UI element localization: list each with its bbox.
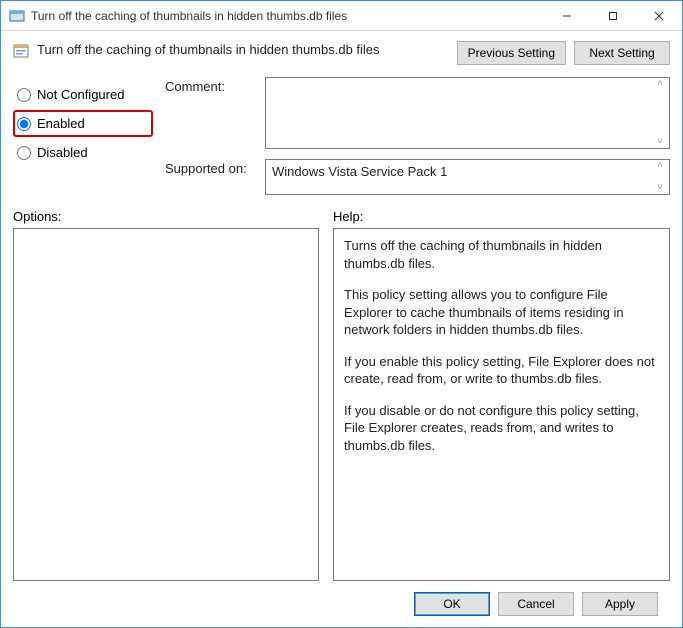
close-button[interactable] <box>636 1 682 30</box>
help-paragraph-2: This policy setting allows you to config… <box>344 286 659 339</box>
footer: OK Cancel Apply <box>13 581 670 627</box>
comment-field[interactable]: ˄˅ <box>265 77 670 149</box>
pane-labels: Options: Help: <box>13 209 670 224</box>
radio-not-configured-input[interactable] <box>17 88 31 102</box>
radio-enabled-input[interactable] <box>17 117 31 131</box>
radio-not-configured-label: Not Configured <box>37 87 124 102</box>
state-radios: Not Configured Enabled Disabled <box>13 77 153 195</box>
supported-label: Supported on: <box>165 159 257 195</box>
options-body <box>14 229 318 245</box>
dialog-window: Turn off the caching of thumbnails in hi… <box>0 0 683 628</box>
help-pane: Turns off the caching of thumbnails in h… <box>333 228 670 581</box>
titlebar: Turn off the caching of thumbnails in hi… <box>1 1 682 31</box>
next-setting-button[interactable]: Next Setting <box>574 41 670 65</box>
comment-row: Comment: ˄˅ <box>165 77 670 149</box>
upper-section: Not Configured Enabled Disabled Comment:… <box>13 77 670 195</box>
radio-enabled-label: Enabled <box>37 116 85 131</box>
radio-disabled-label: Disabled <box>37 145 88 160</box>
supported-row: Supported on: Windows Vista Service Pack… <box>165 159 670 195</box>
app-icon <box>9 8 25 24</box>
window-title: Turn off the caching of thumbnails in hi… <box>31 9 544 23</box>
comment-label: Comment: <box>165 77 257 149</box>
header-row: Turn off the caching of thumbnails in hi… <box>13 41 670 65</box>
policy-title: Turn off the caching of thumbnails in hi… <box>37 41 449 57</box>
radio-not-configured[interactable]: Not Configured <box>13 81 153 108</box>
help-paragraph-1: Turns off the caching of thumbnails in h… <box>344 237 659 272</box>
supported-field: Windows Vista Service Pack 1 ˄˅ <box>265 159 670 195</box>
meta-column: Comment: ˄˅ Supported on: Windows Vista … <box>165 77 670 195</box>
help-label: Help: <box>333 209 363 224</box>
comment-value <box>266 78 669 86</box>
minimize-button[interactable] <box>544 1 590 30</box>
maximize-button[interactable] <box>590 1 636 30</box>
options-label: Options: <box>13 209 333 224</box>
options-pane <box>13 228 319 581</box>
radio-disabled-input[interactable] <box>17 146 31 160</box>
help-paragraph-4: If you disable or do not configure this … <box>344 402 659 455</box>
window-controls <box>544 1 682 30</box>
cancel-button[interactable]: Cancel <box>498 592 574 616</box>
help-paragraph-3: If you enable this policy setting, File … <box>344 353 659 388</box>
content-area: Turn off the caching of thumbnails in hi… <box>1 31 682 627</box>
ok-button[interactable]: OK <box>414 592 490 616</box>
apply-button[interactable]: Apply <box>582 592 658 616</box>
previous-setting-button[interactable]: Previous Setting <box>457 41 566 65</box>
radio-disabled[interactable]: Disabled <box>13 139 153 166</box>
policy-icon <box>13 43 29 59</box>
help-body: Turns off the caching of thumbnails in h… <box>334 229 669 476</box>
radio-enabled[interactable]: Enabled <box>13 110 153 137</box>
supported-value: Windows Vista Service Pack 1 <box>266 160 669 183</box>
panes: Turns off the caching of thumbnails in h… <box>13 228 670 581</box>
comment-scroll-icon: ˄˅ <box>653 78 667 148</box>
